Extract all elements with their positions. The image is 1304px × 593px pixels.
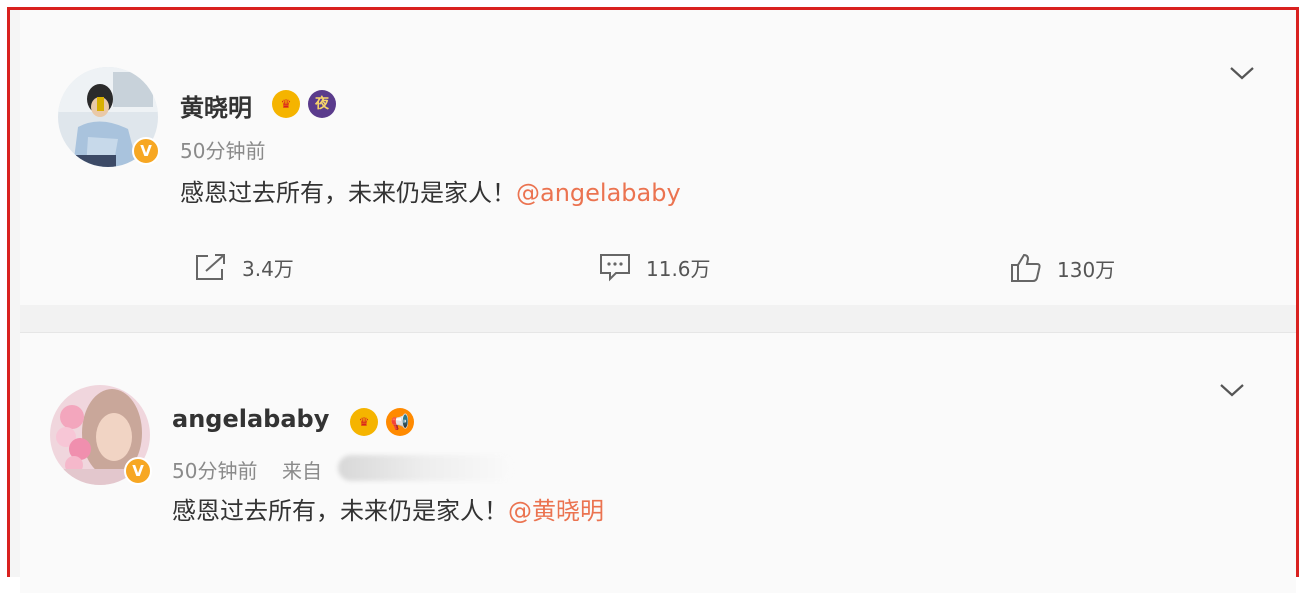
chevron-down-icon[interactable]	[1218, 380, 1246, 400]
comment-button[interactable]: 11.6万	[598, 252, 711, 282]
post-text: 感恩过去所有，未来仍是家人！	[172, 497, 508, 525]
crown-badge-icon[interactable]: ♛	[350, 408, 378, 436]
repost-count: 3.4万	[242, 256, 294, 281]
post-time[interactable]: 50分钟前	[172, 455, 257, 484]
comment-count: 11.6万	[646, 256, 711, 281]
repost-icon	[196, 254, 225, 280]
verified-badge-icon: V	[124, 457, 152, 485]
username[interactable]: angelababy	[172, 405, 329, 433]
redacted-source	[338, 455, 513, 481]
like-count: 130万	[1057, 257, 1116, 282]
post-card: V 黄晓明 ♛ 夜 50分钟前 感恩过去所有，未来仍是家人！@angelabab…	[20, 10, 1296, 305]
screenshot-frame: V 黄晓明 ♛ 夜 50分钟前 感恩过去所有，未来仍是家人！@angelabab…	[7, 7, 1299, 593]
verified-badge-icon: V	[132, 137, 160, 165]
comment-icon	[600, 254, 630, 282]
like-button[interactable]: 130万	[1009, 252, 1115, 284]
chevron-down-icon[interactable]	[1228, 63, 1256, 83]
horn-badge-icon[interactable]: 📢	[386, 408, 414, 436]
thumbs-up-icon	[1011, 253, 1041, 282]
post-content: 感恩过去所有，未来仍是家人！@angelababy	[180, 173, 681, 208]
post-source-label: 来自	[282, 459, 322, 483]
ye-badge-icon[interactable]: 夜	[308, 90, 336, 118]
post-time[interactable]: 50分钟前	[180, 135, 265, 164]
username[interactable]: 黄晓明	[180, 88, 252, 123]
post-text: 感恩过去所有，未来仍是家人！	[180, 179, 516, 207]
post-card: V angelababy ♛ 📢 50分钟前 来自 感恩过去所有，未来仍是家人！…	[20, 333, 1296, 593]
post-content: 感恩过去所有，未来仍是家人！@黄晓明	[172, 491, 604, 526]
mention-link[interactable]: @黄晓明	[508, 497, 604, 525]
repost-button[interactable]: 3.4万	[194, 252, 294, 282]
crown-badge-icon[interactable]: ♛	[272, 90, 300, 118]
post-divider	[20, 305, 1296, 333]
mention-link[interactable]: @angelababy	[516, 179, 681, 207]
